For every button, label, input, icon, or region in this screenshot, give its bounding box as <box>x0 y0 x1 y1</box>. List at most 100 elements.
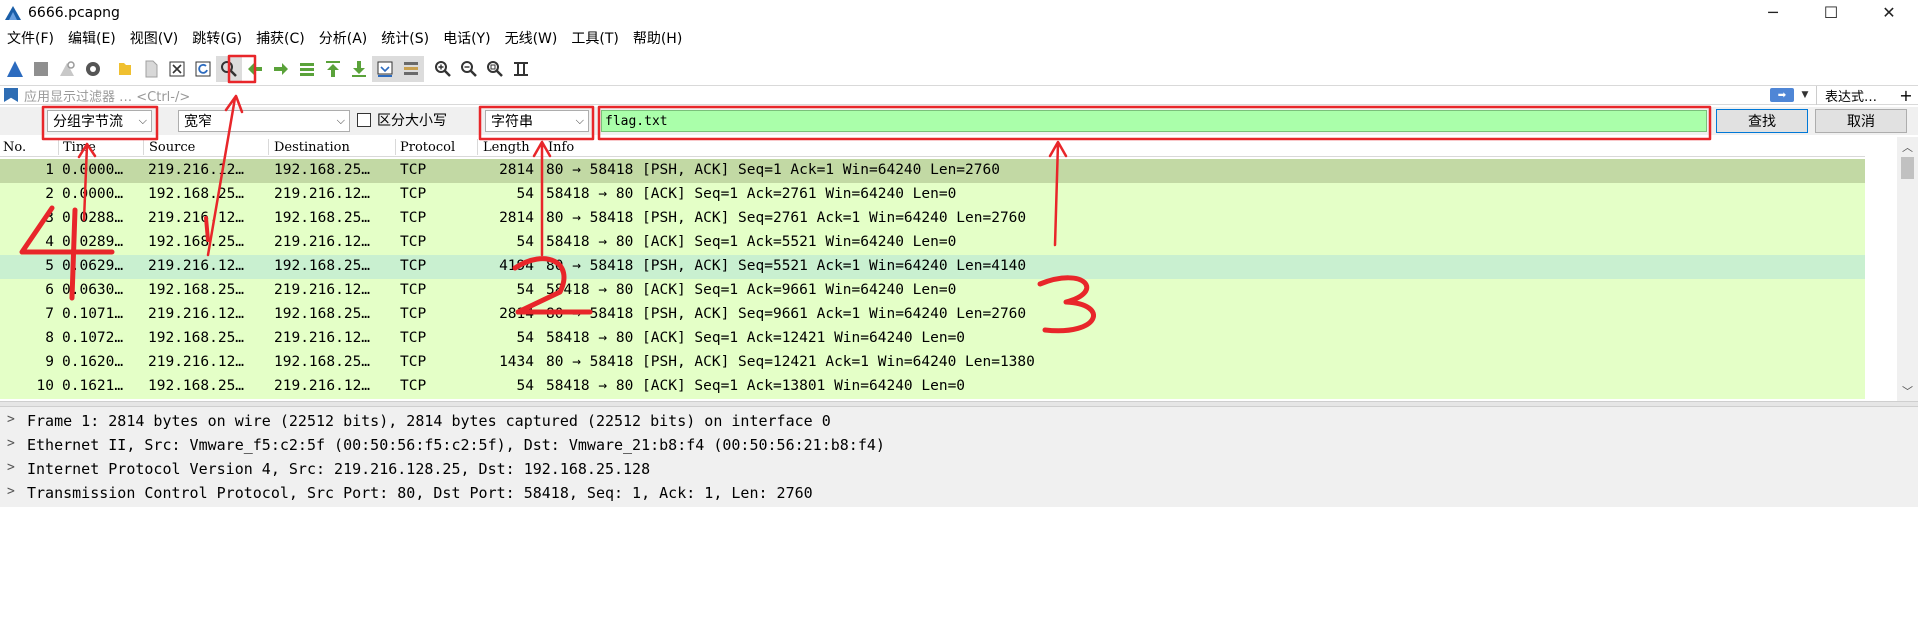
expand-chevron-icon[interactable]: > <box>7 484 15 499</box>
menu-file[interactable]: 文件(F) <box>0 28 61 48</box>
detail-ip[interactable]: > Internet Protocol Version 4, Src: 219.… <box>0 457 1918 481</box>
expression-button[interactable]: 表达式… <box>1816 85 1894 105</box>
column-header-info[interactable]: Info <box>548 140 574 155</box>
table-row[interactable]: 7 0.1071… 219.216.12… 192.168.25… TCP 2814 80 … <box>0 303 1865 327</box>
packet-list-scrollbar[interactable]: ︿ ﹀ <box>1897 137 1918 401</box>
zoom-in-button[interactable] <box>430 56 456 82</box>
table-row[interactable]: 8 0.1072… 192.168.25… 219.216.12… TCP 54 58418… <box>0 327 1865 351</box>
cell-source: 219.216.12… <box>148 258 245 274</box>
stop-capture-button[interactable] <box>28 56 54 82</box>
search-in-value: 分组字节流 <box>53 114 123 130</box>
start-capture-button[interactable] <box>2 56 28 82</box>
expand-chevron-icon[interactable]: > <box>7 460 15 475</box>
menu-edit[interactable]: 编辑(E) <box>61 28 123 48</box>
menu-help[interactable]: 帮助(H) <box>626 28 689 48</box>
close-button[interactable]: ✕ <box>1860 0 1918 25</box>
cell-protocol: TCP <box>400 282 427 298</box>
cell-destination: 192.168.25… <box>274 306 371 322</box>
table-row[interactable]: 6 0.0630… 192.168.25… 219.216.12… TCP 54 58418… <box>0 279 1865 303</box>
table-row[interactable]: 10 0.1621… 192.168.25… 219.216.12… TCP 54 5841… <box>0 375 1865 399</box>
normal-size-button[interactable] <box>482 56 508 82</box>
close-file-button[interactable] <box>164 56 190 82</box>
open-file-button[interactable] <box>112 56 138 82</box>
go-back-button[interactable] <box>242 56 268 82</box>
filter-dropdown-icon[interactable]: ▼ <box>1798 90 1812 100</box>
expand-chevron-icon[interactable]: > <box>7 412 15 427</box>
char-width-select[interactable]: 宽窄 ⌵ <box>178 110 350 132</box>
menu-view[interactable]: 视图(V) <box>123 28 186 48</box>
cell-protocol: TCP <box>400 330 427 346</box>
scroll-up-icon[interactable]: ︿ <box>1897 139 1918 155</box>
cell-length: 4194 <box>499 258 534 274</box>
detail-frame[interactable]: > Frame 1: 2814 bytes on wire (22512 bit… <box>0 409 1918 433</box>
scroll-down-icon[interactable]: ﹀ <box>1897 383 1918 399</box>
colorize-button[interactable] <box>398 56 424 82</box>
title-bar: 6666.pcapng ─ ☐ ✕ <box>0 0 1918 25</box>
restore-button[interactable]: ☐ <box>1802 0 1860 25</box>
detail-tcp[interactable]: > Transmission Control Protocol, Src Por… <box>0 481 1918 505</box>
menu-telephony[interactable]: 电话(Y) <box>436 28 497 48</box>
find-packet-bar: 分组字节流 ⌵ 宽窄 ⌵ 区分大小写 字符串 ⌵ flag.txt 查找 取消 <box>0 107 1918 135</box>
table-row[interactable]: 3 0.0288… 219.216.12… 192.168.25… TCP 2814 80 … <box>0 207 1865 231</box>
cell-info: 80 → 58418 [PSH, ACK] Seq=2761 Ack=1 Win… <box>546 210 1027 226</box>
table-row[interactable]: 2 0.0000… 192.168.25… 219.216.12… TCP 54 58418… <box>0 183 1865 207</box>
case-sensitive-label: 区分大小写 <box>377 113 447 129</box>
column-header-time[interactable]: Time <box>63 140 96 155</box>
menu-wireless[interactable]: 无线(W) <box>498 28 565 48</box>
menu-go[interactable]: 跳转(G) <box>185 28 249 48</box>
detail-ethernet[interactable]: > Ethernet II, Src: Vmware_f5:c2:5f (00:… <box>0 433 1918 457</box>
apply-filter-icon[interactable]: ➡ <box>1770 88 1794 102</box>
table-row[interactable]: 4 0.0289… 192.168.25… 219.216.12… TCP 54 58418… <box>0 231 1865 255</box>
cell-info: 58418 → 80 [ACK] Seq=1 Ack=12421 Win=642… <box>546 330 966 346</box>
save-file-button[interactable] <box>138 56 164 82</box>
chevron-down-icon: ⌵ <box>575 114 584 127</box>
column-header-source[interactable]: Source <box>149 140 195 155</box>
search-in-select[interactable]: 分组字节流 ⌵ <box>47 110 152 132</box>
case-sensitive-checkbox[interactable] <box>357 113 371 127</box>
cell-protocol: TCP <box>400 354 427 370</box>
search-value-input[interactable]: flag.txt <box>601 110 1707 132</box>
cell-info: 80 → 58418 [PSH, ACK] Seq=1 Ack=1 Win=64… <box>546 162 1000 178</box>
menu-capture[interactable]: 捕获(C) <box>249 28 312 48</box>
search-type-select[interactable]: 字符串 ⌵ <box>485 110 589 132</box>
go-forward-icon <box>274 63 288 75</box>
detail-text: Internet Protocol Version 4, Src: 219.21… <box>27 460 651 478</box>
restart-capture-button[interactable] <box>54 56 80 82</box>
cell-length: 2814 <box>499 306 534 322</box>
column-header-length[interactable]: Length <box>483 140 530 155</box>
find-packet-button[interactable] <box>216 56 242 82</box>
close-file-icon <box>169 61 185 77</box>
capture-options-button[interactable] <box>80 56 106 82</box>
reload-file-button[interactable] <box>190 56 216 82</box>
cancel-button[interactable]: 取消 <box>1815 109 1907 133</box>
resize-columns-button[interactable] <box>508 56 534 82</box>
cell-no: 9 <box>45 354 54 370</box>
cell-no: 4 <box>45 234 54 250</box>
menu-tools[interactable]: 工具(T) <box>564 28 625 48</box>
table-row[interactable]: 1 0.0000… 219.216.12… 192.168.25… TCP 2814 80 … <box>0 159 1865 183</box>
cell-length: 1434 <box>499 354 534 370</box>
bookmark-icon[interactable] <box>4 88 18 102</box>
go-forward-button[interactable] <box>268 56 294 82</box>
display-filter-input[interactable]: 应用显示过滤器 … <Ctrl-/> <box>18 86 1770 105</box>
cell-destination: 219.216.12… <box>274 282 371 298</box>
add-filter-button[interactable]: + <box>1894 86 1918 105</box>
last-packet-button[interactable] <box>346 56 372 82</box>
table-row[interactable]: 9 0.1620… 219.216.12… 192.168.25… TCP 1434 80 … <box>0 351 1865 375</box>
column-header-protocol[interactable]: Protocol <box>400 140 455 155</box>
table-row[interactable]: 5 0.0629… 219.216.12… 192.168.25… TCP 4194 80 … <box>0 255 1865 279</box>
scrollbar-thumb[interactable] <box>1901 157 1914 179</box>
menu-analyze[interactable]: 分析(A) <box>312 28 375 48</box>
cell-length: 54 <box>516 282 534 298</box>
last-packet-icon <box>352 61 366 77</box>
zoom-out-button[interactable] <box>456 56 482 82</box>
first-packet-button[interactable] <box>320 56 346 82</box>
minimize-button[interactable]: ─ <box>1744 0 1802 25</box>
expand-chevron-icon[interactable]: > <box>7 436 15 451</box>
menu-statistics[interactable]: 统计(S) <box>374 28 436 48</box>
column-header-destination[interactable]: Destination <box>274 140 350 155</box>
go-to-packet-button[interactable] <box>294 56 320 82</box>
autoscroll-button[interactable] <box>372 56 398 82</box>
column-header-no[interactable]: No. <box>3 140 26 155</box>
find-button[interactable]: 查找 <box>1716 109 1808 133</box>
